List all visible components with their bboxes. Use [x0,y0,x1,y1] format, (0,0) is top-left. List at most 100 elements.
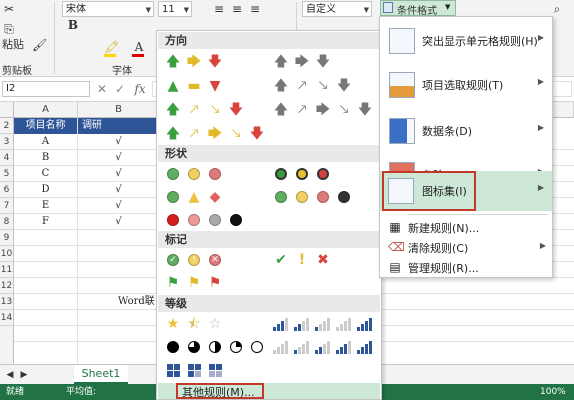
signal-bars-icon [294,316,310,332]
binoculars-icon[interactable]: ⌕ [548,2,566,16]
table-cell[interactable]: √ [78,198,159,214]
icon-set-4-arrows-colored[interactable]: 🡅 🡕 🡖 🡇 [165,102,244,118]
icon-set-3-symbols-circled[interactable]: ✓ ! ✕ [165,252,223,268]
font-color-swatch [132,54,144,57]
chevron-right-icon: ▶ [537,183,544,192]
icon-set-5-arrows-colored[interactable]: 🡅 🡕 🡆 🡖 🡇 [165,126,265,142]
table-cell[interactable]: C [14,166,77,182]
row-header[interactable]: 4 [0,150,14,166]
row-header[interactable]: 7 [0,198,14,214]
signal-bars-icon [315,316,331,332]
overflow-text-cell[interactable]: Word联 [118,294,158,310]
red-flag-icon: ⚑ [208,275,222,291]
row-header[interactable]: 2 [0,118,14,134]
icon-set-4-rating-bars[interactable] [273,316,373,332]
insert-function-icon[interactable]: fx [132,82,148,96]
font-color-icon[interactable]: A [132,40,146,54]
row-header[interactable]: 6 [0,182,14,198]
prev-sheet-icon[interactable]: ◀ [4,368,16,382]
table-cell[interactable]: √ [78,166,159,182]
menu-item-clear-rules[interactable]: ⌫ 清除规则(C) ▶ [382,237,550,257]
paste-button[interactable]: 粘贴 [2,36,24,52]
conditional-format-menu: 突出显示单元格规则(H) ▶ 项目选取规则(T) ▶ 数据条(D) ▶ 色阶(S… [379,16,553,278]
row-header[interactable]: 11 [0,262,14,278]
select-all-corner[interactable] [0,102,14,118]
chevron-right-icon: ▶ [537,123,544,132]
icon-set-3-symbols[interactable]: ✔ ! ✖ [273,252,331,268]
table-cell[interactable]: F [14,214,77,230]
row-header[interactable]: 3 [0,134,14,150]
icon-set-red-to-black[interactable] [165,212,244,228]
table-cell[interactable]: √ [78,182,159,198]
table-cell[interactable]: B [14,150,77,166]
conditional-format-button[interactable]: 条件格式 ▼ [380,0,456,17]
cut-icon[interactable]: ✂ [2,2,16,16]
icon-set-5-boxes[interactable] [165,362,223,378]
icon-set-3-stars[interactable]: ★ ⯪ ☆ [165,316,223,332]
icon-set-3-signs[interactable]: ▲ ◆ [165,189,223,205]
menu-item-top-bottom[interactable]: 项目选取规则(T) ▶ [382,63,550,107]
row-header[interactable]: 5 [0,166,14,182]
next-sheet-icon[interactable]: ▶ [18,368,30,382]
icon-set-5-arrows-gray[interactable]: 🡅 🡕 🡆 🡖 🡇 [273,102,373,118]
column-header-a[interactable]: A [14,102,78,118]
table-cell[interactable]: E [14,198,77,214]
table-cell[interactable]: √ [78,214,159,230]
check-circle-icon: ✓ [165,252,181,268]
number-format-value: 自定义 [306,4,336,15]
row-header[interactable]: 8 [0,214,14,230]
boxes-icon [165,362,181,378]
green-circle-icon [273,189,289,205]
copy-icon[interactable]: ⎘ [2,22,16,36]
bold-button[interactable]: B [66,18,80,32]
icon-set-3-flags[interactable]: ⚑ ⚑ ⚑ [165,275,223,291]
icon-set-4-traffic-lights[interactable] [273,189,352,205]
row-header[interactable]: 14 [0,310,14,326]
align-bottom-icon[interactable]: ≡ [248,2,262,16]
header-cell[interactable]: 调研 [78,118,159,134]
table-cell[interactable]: √ [78,134,159,150]
font-name-select[interactable]: 宋体 ▼ [62,1,154,17]
row-header[interactable]: 10 [0,246,14,262]
icon-set-5-rating-bars[interactable] [273,339,373,355]
icon-set-4-arrows-gray[interactable]: 🡅 🡕 🡖 🡇 [273,78,352,94]
enter-icon[interactable]: ✓ [114,82,126,96]
icon-set-5-quarters[interactable] [165,339,265,355]
sheet-tab-sheet1[interactable]: Sheet1 [74,365,128,384]
fill-color-icon[interactable]: 🖍 [104,40,119,54]
icon-set-3-arrows-gray[interactable]: 🡅 🡆 🡇 [273,54,331,70]
manage-rules-icon: ▤ [389,260,401,274]
arrow-down-right-icon: 🡖 [210,102,220,118]
arrow-up-icon: 🡅 [273,102,289,118]
align-middle-icon[interactable]: ≡ [230,2,244,16]
font-size-select[interactable]: 11 ▼ [158,1,192,17]
menu-item-data-bars[interactable]: 数据条(D) ▶ [382,109,550,153]
column-header-b[interactable]: B [78,102,160,118]
black-circle-icon [228,212,244,228]
menu-item-icon-sets[interactable]: 图标集(I) ▶ [380,171,552,211]
cancel-icon[interactable]: ✕ [96,82,108,96]
chevron-down-icon: ▼ [183,6,189,14]
format-painter-icon[interactable]: 🖌 [32,38,47,52]
number-format-select[interactable]: 自定义 ▼ [302,1,372,17]
icon-set-3-arrows-colored[interactable]: 🡅 🡆 🡇 [165,54,223,70]
more-rules-item[interactable]: 其他规则(M)... [158,383,380,399]
icon-set-3-traffic-lights[interactable] [165,166,223,182]
arrow-down-icon: 🡇 [228,102,244,118]
table-cell[interactable]: D [14,182,77,198]
align-top-icon[interactable]: ≡ [212,2,226,16]
header-cell[interactable]: 项目名称 [14,118,77,134]
row-header[interactable]: 12 [0,278,14,294]
icon-set-3-traffic-lights-rimmed[interactable] [273,166,331,182]
menu-item-manage-rules[interactable]: ▤ 管理规则(R)... [382,257,550,277]
zoom-level[interactable]: 100% [540,384,566,400]
table-cell[interactable]: A [14,134,77,150]
name-box[interactable]: I2 [2,81,90,97]
row-header[interactable]: 13 [0,294,14,310]
menu-item-highlight-cells[interactable]: 突出显示单元格规则(H) ▶ [382,19,550,63]
icon-set-3-triangles[interactable]: ▲ ▬ ▼ [165,78,223,94]
black-circle-icon [336,189,352,205]
row-header[interactable]: 9 [0,230,14,246]
menu-item-new-rule[interactable]: ▦ 新建规则(N)... [382,217,550,237]
table-cell[interactable]: √ [78,150,159,166]
